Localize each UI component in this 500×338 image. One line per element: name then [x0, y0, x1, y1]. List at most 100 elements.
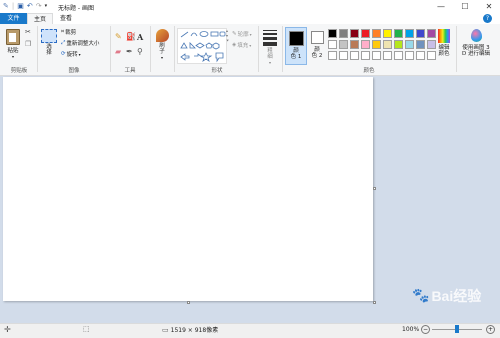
pencil-icon[interactable]: ✎: [115, 32, 126, 42]
cut-icon[interactable]: ✂: [25, 28, 31, 36]
color-swatch[interactable]: [361, 29, 370, 38]
image-dimensions: 1519 × 918像素: [170, 327, 219, 334]
copy-icon[interactable]: ❐: [25, 40, 31, 48]
select-button[interactable]: 选 择: [40, 28, 58, 64]
divider: [456, 26, 457, 72]
chevron-down-icon: ▾: [160, 55, 163, 60]
color-swatch[interactable]: [328, 40, 337, 49]
redo-icon[interactable]: ↷: [36, 2, 42, 11]
color-swatch[interactable]: [372, 40, 381, 49]
edit-colors-label: 编辑 颜色: [438, 45, 450, 57]
color-picker-icon[interactable]: ✒: [126, 47, 137, 56]
color-swatch[interactable]: [361, 51, 370, 60]
color-swatch[interactable]: [405, 29, 414, 38]
fill-button[interactable]: ◈ 填充 ▾: [232, 41, 251, 49]
select-rectangle-icon: [41, 29, 57, 43]
color-swatch[interactable]: [372, 29, 381, 38]
color-swatch[interactable]: [372, 51, 381, 60]
color-swatch[interactable]: [383, 29, 392, 38]
crop-button[interactable]: ⌗ 裁剪: [61, 28, 76, 37]
divider: [174, 26, 175, 72]
chevron-down-icon: ▾: [11, 54, 14, 59]
color-swatch[interactable]: [394, 40, 403, 49]
chevron-down-icon: ▾: [249, 31, 252, 37]
close-button[interactable]: ✕: [482, 1, 496, 12]
color-swatch[interactable]: [328, 29, 337, 38]
color-swatch[interactable]: [394, 51, 403, 60]
color-swatch[interactable]: [383, 51, 392, 60]
zoom-in-button[interactable]: +: [486, 325, 495, 334]
color-swatch[interactable]: [328, 51, 337, 60]
magnifier-icon[interactable]: ⚲: [137, 47, 148, 56]
tab-file[interactable]: 文件: [0, 13, 27, 24]
size-button[interactable]: 粗 细 ▾: [261, 28, 279, 65]
brushes-button[interactable]: 刷 子 ▾: [153, 28, 171, 60]
zoom-out-button[interactable]: −: [421, 325, 430, 334]
color-swatch[interactable]: [350, 29, 359, 38]
color-swatch[interactable]: [416, 51, 425, 60]
outline-button[interactable]: ✎ 轮廓 ▾: [232, 30, 252, 38]
color-swatch[interactable]: [350, 40, 359, 49]
color-swatch[interactable]: [350, 51, 359, 60]
rotate-icon: ⟳: [61, 51, 66, 57]
resize-handle-bottom[interactable]: [187, 301, 190, 304]
tab-view[interactable]: 查看: [55, 13, 77, 24]
color2-swatch: [310, 31, 324, 44]
title-bar: ✎ | ▣ ↶ ↷ ▾ 无标题 - 画图 — ☐ ✕: [0, 0, 500, 13]
color-swatch[interactable]: [416, 40, 425, 49]
resize-icon: ⤢: [61, 39, 66, 46]
color-swatch[interactable]: [405, 40, 414, 49]
resize-handle-corner[interactable]: [373, 301, 376, 304]
divider: [282, 26, 283, 72]
minimize-button[interactable]: —: [434, 1, 448, 12]
color2-button[interactable]: 颜 色 2: [307, 27, 327, 63]
resize-button[interactable]: ⤢ 重新调整大小: [61, 39, 99, 48]
shapes-gallery[interactable]: [177, 28, 227, 64]
undo-icon[interactable]: ↶: [27, 2, 33, 11]
fill-icon: ◈: [232, 42, 237, 48]
baidu-watermark: 🐾 Bai经验: [412, 286, 481, 306]
color-swatch[interactable]: [361, 40, 370, 49]
text-icon[interactable]: A: [137, 32, 148, 42]
color-swatch[interactable]: [339, 29, 348, 38]
drawing-canvas[interactable]: [3, 77, 373, 301]
paint3d-button[interactable]: 使用画图 3 D 进行编辑: [458, 27, 494, 57]
shapes-icon: [180, 31, 226, 63]
color-swatch[interactable]: [383, 40, 392, 49]
save-icon[interactable]: ▣: [17, 2, 24, 11]
brush-icon: [155, 29, 169, 42]
edit-colors-icon: [438, 29, 450, 43]
color-swatch[interactable]: [339, 40, 348, 49]
tools-group-label: 工具: [124, 68, 136, 74]
paint3d-icon: [470, 29, 482, 42]
tab-home[interactable]: 主页: [27, 13, 53, 24]
size-label: 粗 细: [267, 48, 273, 60]
help-icon[interactable]: ?: [483, 14, 492, 23]
rotate-button[interactable]: ⟳ 旋转 ▾: [61, 50, 81, 58]
image-size-icon: ▭: [162, 325, 169, 334]
color-swatch[interactable]: [339, 51, 348, 60]
chevron-down-icon: ▾: [78, 51, 81, 57]
image-size: ▭ 1519 × 918像素: [162, 325, 219, 335]
zoom-slider-thumb[interactable]: [455, 325, 459, 333]
fill-bucket-icon[interactable]: ⛽: [126, 32, 137, 42]
eraser-icon[interactable]: ▰: [115, 47, 126, 56]
edit-colors-button[interactable]: 编辑 颜色: [434, 27, 454, 57]
zoom-level: 100%: [402, 326, 420, 333]
color-swatch[interactable]: [394, 29, 403, 38]
brushes-label: 刷 子: [159, 43, 165, 55]
shapes-scroll[interactable]: ▴ ▾ ⯆: [226, 28, 229, 43]
resize-handle-right[interactable]: [373, 187, 376, 190]
paste-button[interactable]: 粘贴 ▾: [4, 27, 22, 63]
paw-icon: 🐾: [412, 288, 430, 304]
divider: [150, 26, 151, 72]
color-swatch[interactable]: [416, 29, 425, 38]
color-swatch[interactable]: [405, 51, 414, 60]
watermark-text: Bai经验: [431, 288, 482, 304]
color1-label: 颜 色 1: [290, 48, 302, 60]
color1-button[interactable]: 颜 色 1: [285, 27, 307, 65]
color-palette: [328, 29, 438, 62]
customize-quick-access-icon[interactable]: ▾: [45, 2, 48, 11]
maximize-button[interactable]: ☐: [458, 1, 472, 12]
outline-icon: ✎: [232, 31, 237, 37]
